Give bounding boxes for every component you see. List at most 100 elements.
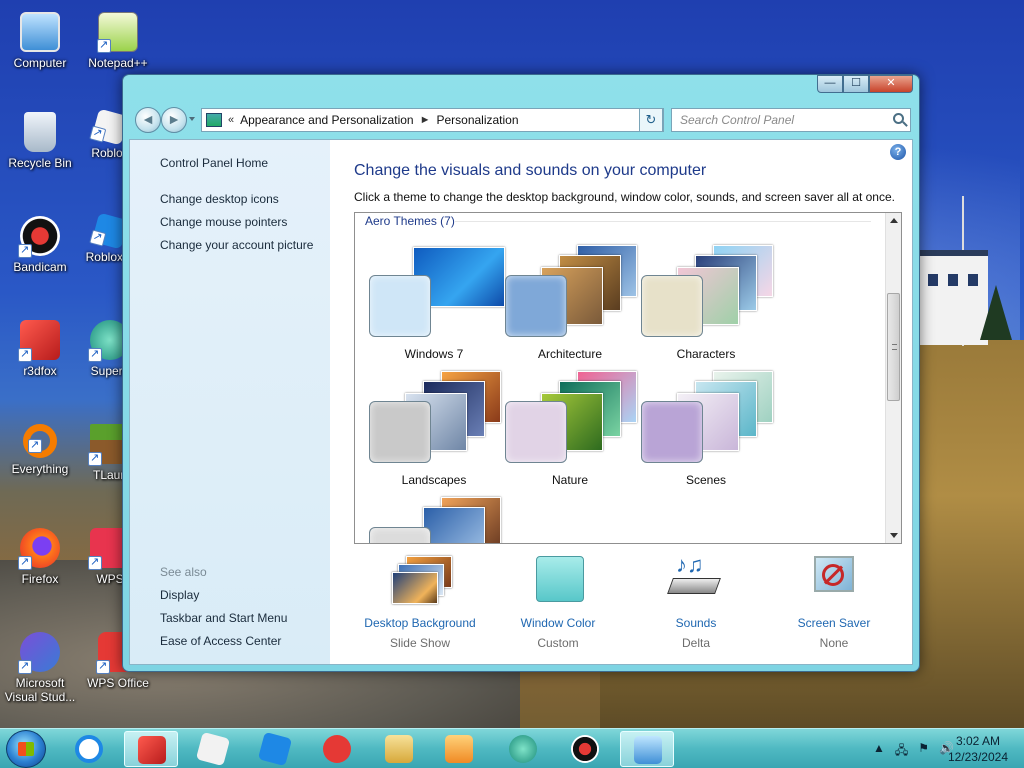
back-arrow-icon: ◄ bbox=[141, 111, 155, 127]
taskbar-item-wps-office[interactable] bbox=[310, 731, 364, 767]
group-divider bbox=[455, 221, 871, 222]
minimize-button[interactable]: — bbox=[817, 75, 843, 93]
desktop-icon-firefox[interactable]: Firefox bbox=[0, 528, 80, 586]
recycle-bin-icon bbox=[24, 112, 56, 152]
desktop-icon-visual-studio[interactable]: Microsoft Visual Stud... bbox=[0, 632, 80, 704]
sounds-link[interactable]: Sounds bbox=[628, 616, 764, 630]
address-overflow-chevron[interactable]: « bbox=[228, 114, 234, 126]
bandicam-icon bbox=[571, 735, 599, 763]
navigation-bar: ◄ ► « Appearance and Personalization ► P… bbox=[131, 105, 911, 135]
display-link[interactable]: Display bbox=[160, 588, 199, 602]
desktop-icon-r3dfox[interactable]: r3dfox bbox=[0, 320, 80, 378]
change-desktop-icons-link[interactable]: Change desktop icons bbox=[160, 192, 279, 206]
desktop-background-value: Slide Show bbox=[389, 636, 451, 650]
window-color-value: Custom bbox=[537, 636, 579, 650]
landscapes-color-swatch bbox=[369, 401, 431, 463]
breadcrumb-separator-icon[interactable]: ► bbox=[420, 114, 431, 126]
taskbar-start-menu-link[interactable]: Taskbar and Start Menu bbox=[160, 611, 287, 625]
sounds-value: Delta bbox=[681, 636, 710, 650]
scroll-thumb[interactable] bbox=[887, 293, 900, 401]
taskbar-item-roblox-studio[interactable] bbox=[248, 731, 302, 767]
taskbar-item-control-panel[interactable] bbox=[620, 731, 674, 767]
wps-office-icon bbox=[323, 735, 351, 763]
show-hidden-icons-icon[interactable]: ▲ bbox=[873, 741, 885, 762]
change-mouse-pointers-link[interactable]: Change mouse pointers bbox=[160, 215, 287, 229]
screen-saver-setting[interactable]: Screen Saver None bbox=[766, 554, 902, 650]
refresh-button[interactable]: ↻ bbox=[639, 108, 663, 132]
characters-label: Characters bbox=[676, 347, 736, 361]
aero-themes-group-label: Aero Themes (7) bbox=[365, 214, 455, 228]
breadcrumb-personalization[interactable]: Personalization bbox=[436, 113, 518, 127]
taskbar-item-roblox[interactable] bbox=[186, 731, 240, 767]
scroll-up-icon[interactable] bbox=[890, 218, 898, 223]
screen-saver-link[interactable]: Screen Saver bbox=[766, 616, 902, 630]
taskbar-item-media-player[interactable] bbox=[432, 731, 486, 767]
desktop-background-link[interactable]: Desktop Background bbox=[352, 616, 488, 630]
address-bar[interactable]: « Appearance and Personalization ► Perso… bbox=[201, 108, 664, 132]
change-account-picture-link[interactable]: Change your account picture bbox=[160, 238, 313, 252]
theme-nature[interactable]: Nature bbox=[505, 371, 637, 491]
landscapes-label: Landscapes bbox=[401, 473, 467, 487]
internet-explorer-icon bbox=[75, 735, 103, 763]
taskbar-item-internet-explorer[interactable] bbox=[62, 731, 116, 767]
theme-partial[interactable] bbox=[369, 497, 501, 543]
network-icon[interactable]: 🖧 bbox=[895, 741, 908, 762]
breadcrumb-appearance[interactable]: Appearance and Personalization bbox=[240, 113, 413, 127]
page-description: Click a theme to change the desktop back… bbox=[354, 190, 895, 204]
screen-saver-value: None bbox=[819, 636, 849, 650]
search-input[interactable]: Search Control Panel bbox=[671, 108, 911, 132]
desktop-icon-bandicam[interactable]: Bandicam bbox=[0, 216, 80, 274]
start-button[interactable] bbox=[6, 730, 46, 768]
everything-icon bbox=[23, 424, 57, 458]
desktop-background-setting[interactable]: Desktop Background Slide Show bbox=[352, 554, 488, 650]
window-color-link[interactable]: Window Color bbox=[490, 616, 626, 630]
window-color-icon bbox=[530, 554, 586, 610]
control-panel-home-link[interactable]: Control Panel Home bbox=[160, 156, 268, 170]
ease-of-access-link[interactable]: Ease of Access Center bbox=[160, 634, 281, 648]
taskbar-item-supern[interactable] bbox=[496, 731, 550, 767]
desktop-wallpaper-house bbox=[918, 250, 988, 345]
characters-color-swatch bbox=[641, 275, 703, 337]
theme-windows-7[interactable]: Windows 7 bbox=[369, 245, 505, 365]
window-color-setting[interactable]: Window Color Custom bbox=[490, 554, 626, 650]
architecture-label: Architecture bbox=[537, 347, 603, 361]
theme-architecture[interactable]: Architecture bbox=[505, 245, 637, 365]
sounds-setting[interactable]: ♪♫ Sounds Delta bbox=[628, 554, 764, 650]
clock-date: 12/23/2024 bbox=[947, 750, 1008, 764]
maximize-button[interactable]: ☐ bbox=[843, 75, 869, 93]
taskbar-item-file-explorer[interactable] bbox=[372, 731, 426, 767]
recent-pages-dropdown[interactable] bbox=[189, 117, 195, 121]
action-center-flag-icon[interactable]: ⚑ bbox=[918, 741, 929, 762]
desktop-icon-notepadpp[interactable]: Notepad++ bbox=[78, 12, 158, 70]
search-icon[interactable] bbox=[893, 113, 904, 124]
desktop-icon-computer[interactable]: Computer bbox=[0, 12, 80, 70]
back-button[interactable]: ◄ bbox=[135, 107, 161, 133]
search-placeholder: Search Control Panel bbox=[680, 113, 795, 127]
close-button[interactable]: ✕ bbox=[869, 75, 913, 93]
desktop-icon-recycle-bin[interactable]: Recycle Bin bbox=[0, 112, 80, 170]
sounds-icon: ♪♫ bbox=[667, 554, 724, 610]
personalization-window[interactable]: — ☐ ✕ ◄ ► « Appearance and Personalizati… bbox=[122, 74, 920, 672]
desktop-icon-everything[interactable]: Everything bbox=[0, 424, 80, 476]
clock[interactable]: 3:02 AM 12/23/2024 bbox=[948, 733, 1008, 765]
taskbar-item-bandicam[interactable] bbox=[558, 731, 612, 767]
forward-button[interactable]: ► bbox=[161, 107, 187, 133]
themes-list[interactable]: Aero Themes (7) Windows 7 Architecture C… bbox=[354, 212, 902, 544]
theme-landscapes[interactable]: Landscapes bbox=[369, 371, 501, 491]
windows-7-label: Windows 7 bbox=[404, 347, 464, 361]
taskbar-item-r3dfox[interactable] bbox=[124, 731, 178, 767]
left-pane: Control Panel Home Change desktop icons … bbox=[130, 140, 330, 664]
scenes-color-swatch bbox=[641, 401, 703, 463]
theme-settings-bar: Desktop Background Slide Show Window Col… bbox=[330, 554, 912, 659]
bandicam-icon bbox=[18, 216, 60, 258]
theme-characters[interactable]: Characters bbox=[641, 245, 773, 365]
help-icon[interactable]: ? bbox=[890, 144, 906, 160]
scroll-down-icon[interactable] bbox=[890, 533, 898, 538]
visual-studio-icon bbox=[18, 632, 60, 674]
firefox-icon bbox=[18, 528, 60, 570]
desktop-wallpaper-tree bbox=[980, 285, 1012, 340]
window-content: Control Panel Home Change desktop icons … bbox=[129, 139, 913, 665]
themes-scrollbar[interactable] bbox=[885, 213, 901, 543]
supern-icon bbox=[509, 735, 537, 763]
theme-scenes[interactable]: Scenes bbox=[641, 371, 773, 491]
